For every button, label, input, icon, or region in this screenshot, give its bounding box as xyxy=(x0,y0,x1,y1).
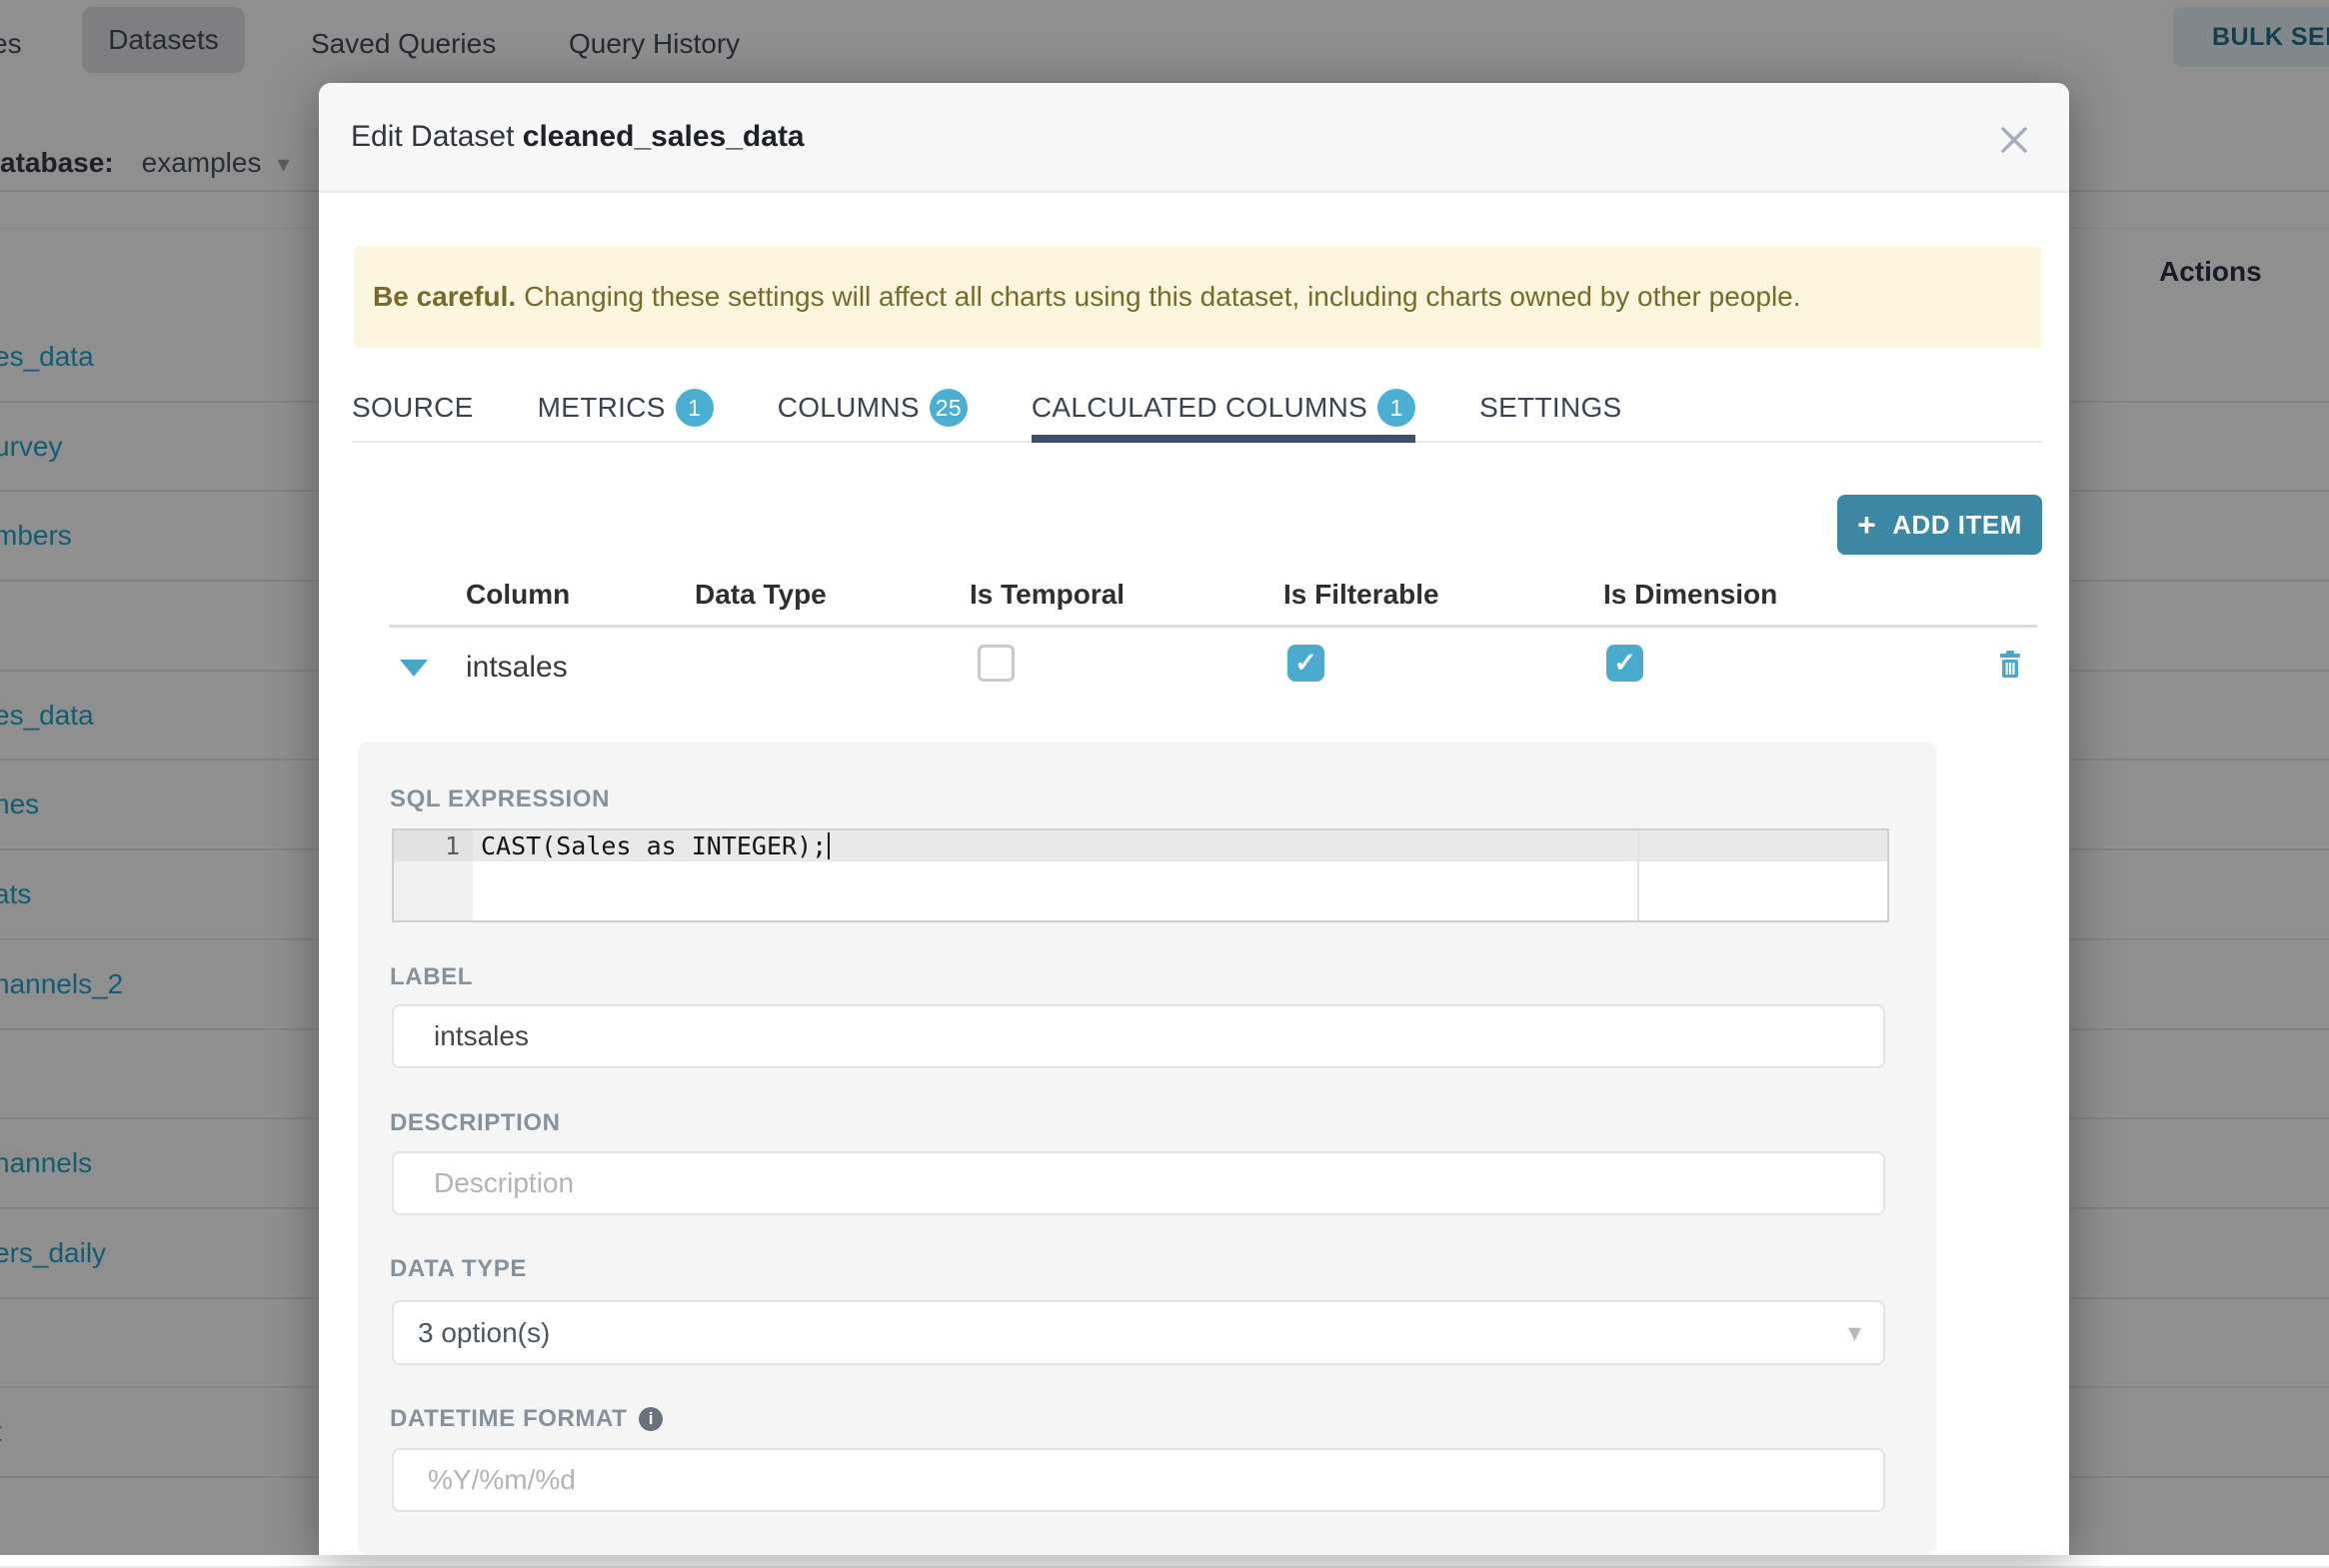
column-name: intsales xyxy=(466,651,568,684)
sql-code: CAST(Sales as INTEGER); xyxy=(481,830,831,861)
tab-columns[interactable]: COLUMNS 25 xyxy=(778,375,968,441)
dataset-name: cleaned_sales_data xyxy=(522,120,805,153)
datetime-format-field-label: DATETIME FORMAT i xyxy=(390,1405,664,1433)
is-temporal-checkbox[interactable] xyxy=(978,645,1015,682)
print-margin-line xyxy=(1637,830,1639,920)
warning-banner: Be careful. Changing these settings will … xyxy=(354,246,2042,348)
is-dimension-checkbox[interactable]: ✓ xyxy=(1606,645,1643,682)
is-filterable-checkbox[interactable]: ✓ xyxy=(1287,645,1324,682)
tab-label: METRICS xyxy=(537,392,666,423)
delete-icon[interactable] xyxy=(1999,651,2021,683)
divider xyxy=(389,625,2037,628)
description-field-label: DESCRIPTION xyxy=(390,1109,561,1136)
data-type-select[interactable]: 3 option(s) ▾ xyxy=(392,1300,1885,1365)
description-input[interactable] xyxy=(392,1151,1885,1215)
add-item-button[interactable]: + ADD ITEM xyxy=(1837,495,2042,555)
edit-dataset-modal: Edit Dataset cleaned_sales_data Be caref… xyxy=(319,83,2069,1555)
tab-metrics[interactable]: METRICS 1 xyxy=(538,375,714,441)
calculated-column-detail-card: SQL EXPRESSION 1 CAST(Sales as INTEGER);… xyxy=(358,742,1936,1555)
modal-tab-bar: SOURCE METRICS 1 COLUMNS 25 CALCULATED COLUMN… xyxy=(352,375,2042,443)
line-number: 1 xyxy=(444,831,460,860)
sql-expression-label: SQL EXPRESSION xyxy=(390,785,611,812)
modal-header: Edit Dataset cleaned_sales_data xyxy=(319,83,2069,193)
column-header-is-dimension: Is Dimension xyxy=(1603,579,1778,610)
close-icon[interactable] xyxy=(1997,123,2031,157)
data-type-field-label: DATA TYPE xyxy=(390,1255,527,1282)
column-header-is-filterable: Is Filterable xyxy=(1283,579,1439,610)
modal-title: Edit Dataset cleaned_sales_data xyxy=(351,120,805,153)
sql-editor[interactable]: 1 CAST(Sales as INTEGER); xyxy=(392,828,1889,922)
text-cursor xyxy=(828,832,831,859)
plus-icon: + xyxy=(1857,506,1877,543)
tab-calculated-columns[interactable]: CALCULATED COLUMNS 1 xyxy=(1031,375,1416,443)
tab-count-badge: 1 xyxy=(1377,389,1416,427)
label-field-label: LABEL xyxy=(390,963,473,990)
info-icon[interactable]: i xyxy=(639,1407,664,1431)
chevron-down-icon: ▾ xyxy=(1847,1317,1861,1347)
tab-label: CALCULATED COLUMNS xyxy=(1031,392,1368,423)
tab-count-badge: 1 xyxy=(675,389,714,427)
tab-source[interactable]: SOURCE xyxy=(352,375,474,441)
tab-settings[interactable]: SETTINGS xyxy=(1479,375,1621,441)
column-header-is-temporal: Is Temporal xyxy=(970,579,1126,610)
column-header-column: Column xyxy=(466,579,571,610)
datetime-format-input[interactable] xyxy=(392,1448,1885,1512)
tab-label: SETTINGS xyxy=(1479,392,1622,423)
tab-count-badge: 25 xyxy=(929,389,968,427)
tab-label: SOURCE xyxy=(352,392,474,423)
column-header-data-type: Data Type xyxy=(695,579,827,610)
tab-label: COLUMNS xyxy=(777,392,920,423)
collapse-caret-icon[interactable] xyxy=(400,660,428,677)
label-input[interactable] xyxy=(392,1004,1885,1068)
